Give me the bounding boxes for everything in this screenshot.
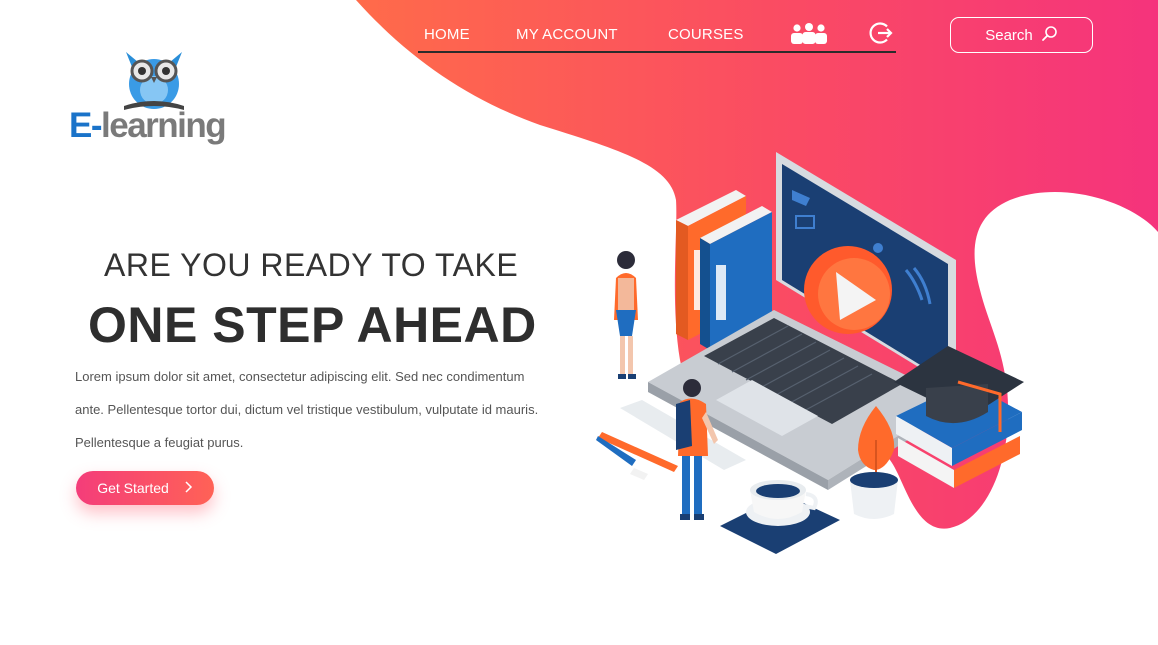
logo-text-prefix: E- xyxy=(69,106,103,145)
get-started-button[interactable]: Get Started xyxy=(76,471,214,505)
isometric-elearning-illustration xyxy=(596,152,1024,554)
graduation-cap-icon xyxy=(894,346,1024,488)
chevron-right-icon xyxy=(185,480,193,496)
hero-description: Lorem ipsum dolor sit amet, consectetur … xyxy=(75,369,539,450)
nav-courses[interactable]: COURSES xyxy=(668,26,744,43)
logo-text-rest: learning xyxy=(101,106,227,145)
nav-my-account[interactable]: MY ACCOUNT xyxy=(516,26,618,43)
pencil-icon xyxy=(596,432,678,480)
nav-home[interactable]: HOME xyxy=(420,26,474,53)
hero-subtitle: ARE YOU READY TO TAKE xyxy=(104,247,519,283)
nav-underline xyxy=(418,51,896,53)
student-woman-icon xyxy=(614,251,638,379)
hero-title: ONE STEP AHEAD xyxy=(88,297,537,353)
owl-icon xyxy=(124,52,184,110)
coffee-cup-icon xyxy=(720,480,840,554)
logo-text: E-learning xyxy=(69,106,227,146)
users-icon[interactable] xyxy=(790,23,828,50)
logo[interactable]: E-learning xyxy=(68,50,233,150)
main-nav: HOME MY ACCOUNT COURSES xyxy=(418,22,896,53)
search-icon xyxy=(1041,25,1058,46)
search-button[interactable]: Search xyxy=(950,17,1093,53)
get-started-label: Get Started xyxy=(97,480,169,496)
logout-icon[interactable] xyxy=(868,20,894,51)
search-label: Search xyxy=(985,26,1033,44)
